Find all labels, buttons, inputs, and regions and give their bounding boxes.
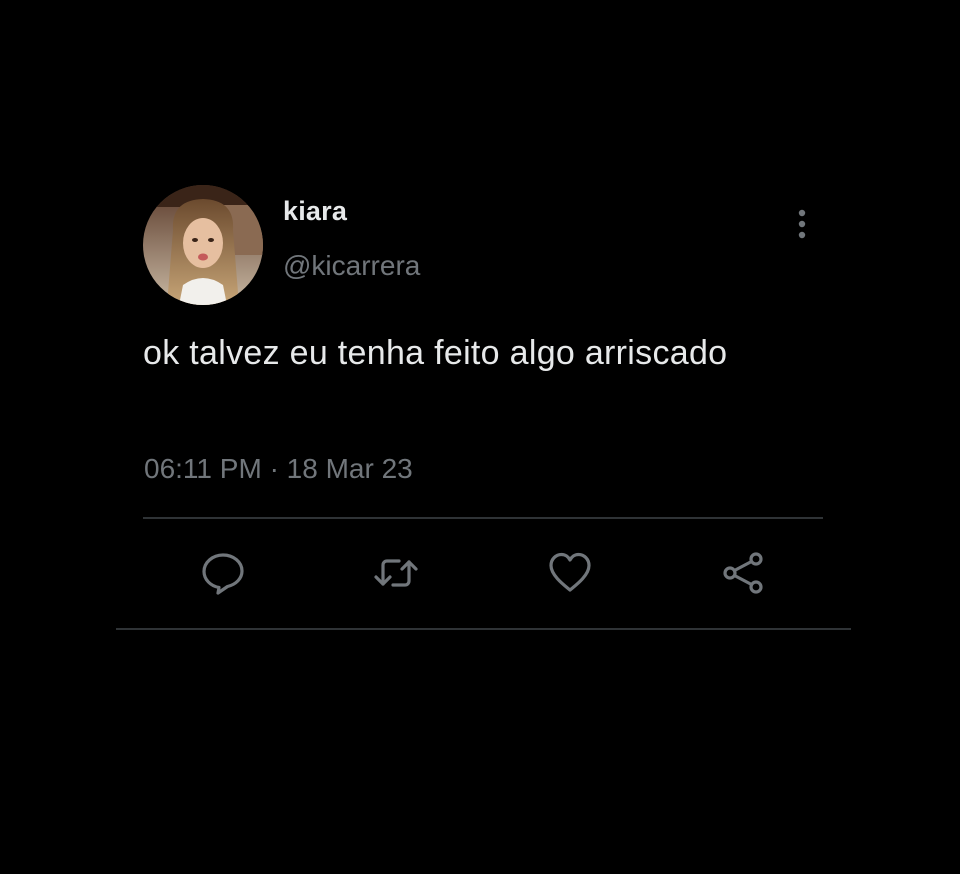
more-options-button[interactable] [788,206,816,242]
like-button[interactable] [546,549,594,597]
reply-button[interactable] [199,549,247,597]
display-name[interactable]: kiara [283,196,347,227]
tweet-timestamp[interactable]: 06:11 PM · 18 Mar 23 [144,453,413,485]
tweet-card: kiara @kicarrera ok talvez eu tenha feit… [0,0,960,874]
tweet-date: 18 Mar 23 [286,453,413,484]
share-icon [723,552,763,594]
user-handle[interactable]: @kicarrera [283,250,420,282]
tweet-text: ok talvez eu tenha feito algo arriscado [143,334,728,372]
tweet-time: 06:11 PM [144,453,262,484]
retweet-icon [374,559,418,587]
divider [143,517,823,519]
reply-icon [202,553,244,595]
avatar-image [143,185,263,305]
avatar[interactable] [143,185,263,305]
more-vertical-icon [798,209,806,239]
bottom-divider [116,628,851,630]
retweet-button[interactable] [372,549,420,597]
share-button[interactable] [719,549,767,597]
timestamp-separator: · [269,453,279,484]
heart-icon [549,552,591,592]
